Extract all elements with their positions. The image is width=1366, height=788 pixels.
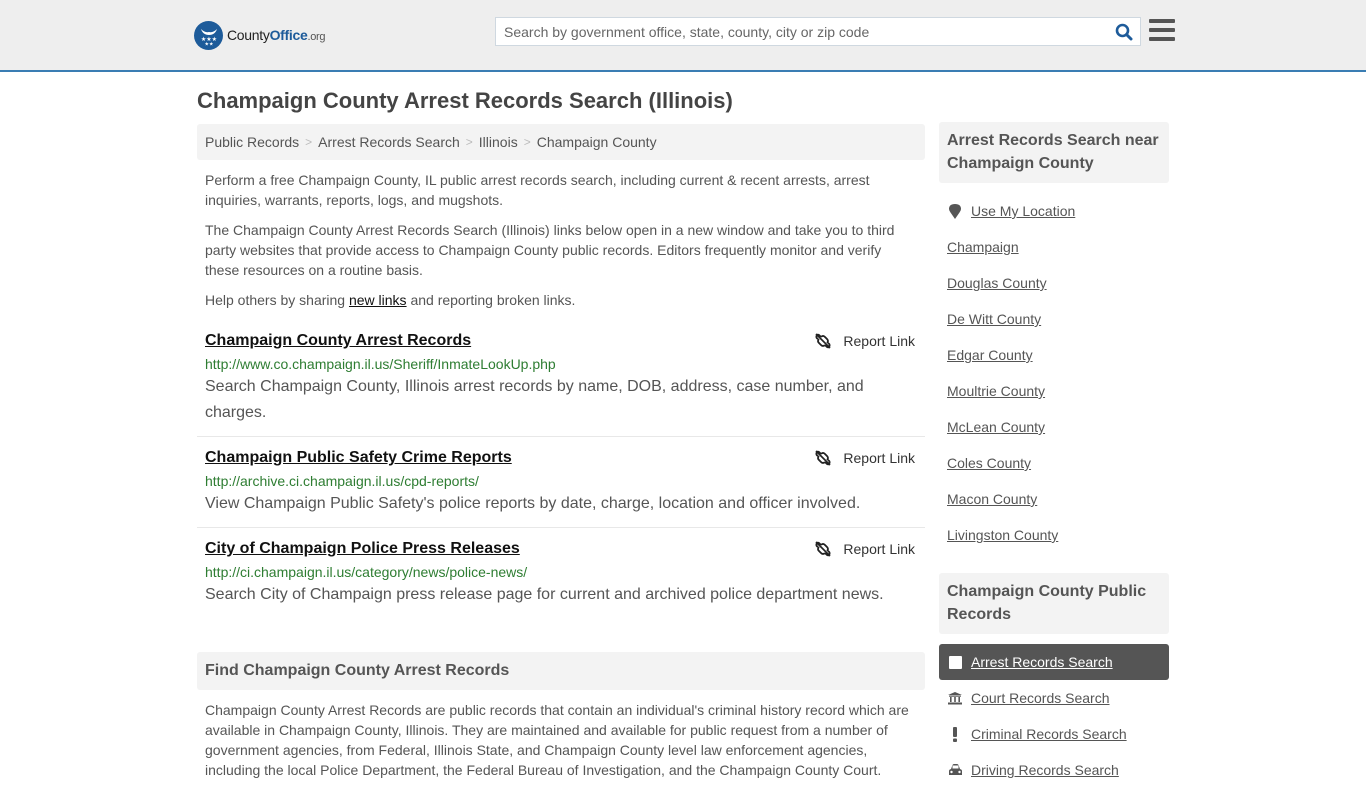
resource-link-description: Search Champaign County, Illinois arrest… xyxy=(205,378,864,421)
main-content: Public Records > Arrest Records Search >… xyxy=(197,124,925,780)
search-button[interactable] xyxy=(1108,18,1140,45)
broken-link-icon xyxy=(815,333,831,349)
breadcrumb: Public Records > Arrest Records Search >… xyxy=(197,124,925,160)
nearby-link-edgar-county[interactable]: Edgar County xyxy=(947,347,1033,363)
resource-link-description: Search City of Champaign press release p… xyxy=(205,586,884,603)
square-icon xyxy=(947,655,963,669)
breadcrumb-separator: > xyxy=(465,135,473,149)
site-logo[interactable]: ★★★ ★★ CountyOffice.org xyxy=(194,20,326,50)
public-records-item-court[interactable]: Court Records Search xyxy=(939,680,1169,716)
resource-link-item: Champaign Public Safety Crime Reports Re… xyxy=(197,447,925,528)
nearby-item: De Witt County xyxy=(939,301,1169,337)
svg-text:★★: ★★ xyxy=(204,42,213,47)
nearby-link-mclean-county[interactable]: McLean County xyxy=(947,419,1045,435)
report-link-button[interactable]: Report Link xyxy=(815,541,915,557)
nearby-heading: Arrest Records Search near Champaign Cou… xyxy=(939,122,1169,183)
car-icon xyxy=(947,763,963,777)
menu-bar xyxy=(1149,19,1175,23)
share-text: and reporting broken links. xyxy=(406,292,576,308)
driving-records-search-link[interactable]: Driving Records Search xyxy=(971,762,1119,778)
arrest-records-search-link[interactable]: Arrest Records Search xyxy=(971,654,1113,670)
resource-link-item: City of Champaign Police Press Releases … xyxy=(197,538,925,618)
logo-text: CountyOffice.org xyxy=(227,27,326,43)
find-records-body: Champaign County Arrest Records are publ… xyxy=(205,702,909,778)
public-records-block: Champaign County Public Records Arrest R… xyxy=(939,573,1169,788)
nearby-item: Coles County xyxy=(939,445,1169,481)
public-records-item-criminal[interactable]: Criminal Records Search xyxy=(939,716,1169,752)
report-link-label: Report Link xyxy=(843,541,915,557)
use-my-location-item: Use My Location xyxy=(939,193,1169,229)
resource-link-url: http://ci.champaign.il.us/category/news/… xyxy=(205,564,528,580)
share-links-paragraph: Help others by sharing new links and rep… xyxy=(205,290,917,310)
resource-links: Champaign County Arrest Records Report L… xyxy=(197,330,925,618)
resource-link-url: http://www.co.champaign.il.us/Sheriff/In… xyxy=(205,356,556,372)
breadcrumb-separator: > xyxy=(305,135,313,149)
breadcrumb-champaign-county[interactable]: Champaign County xyxy=(537,134,657,150)
share-text: Help others by sharing xyxy=(205,292,349,308)
court-records-search-link[interactable]: Court Records Search xyxy=(971,690,1110,706)
nearby-item: Livingston County xyxy=(939,517,1169,553)
nearby-link-macon-county[interactable]: Macon County xyxy=(947,491,1037,507)
find-records-heading: Find Champaign County Arrest Records xyxy=(197,652,925,690)
menu-bar xyxy=(1149,37,1175,41)
menu-bar xyxy=(1149,28,1175,32)
intro-text: Perform a free Champaign County, IL publ… xyxy=(197,170,925,310)
resource-link-url: http://archive.ci.champaign.il.us/cpd-re… xyxy=(205,473,479,489)
breadcrumb-public-records[interactable]: Public Records xyxy=(205,134,299,150)
resource-link-title[interactable]: Champaign Public Safety Crime Reports xyxy=(205,447,512,469)
criminal-records-search-link[interactable]: Criminal Records Search xyxy=(971,726,1127,742)
search-box xyxy=(495,17,1141,46)
nearby-link-moultrie-county[interactable]: Moultrie County xyxy=(947,383,1045,399)
report-link-label: Report Link xyxy=(843,450,915,466)
nearby-item: Douglas County xyxy=(939,265,1169,301)
site-header: ★★★ ★★ CountyOffice.org xyxy=(0,0,1366,72)
report-link-label: Report Link xyxy=(843,333,915,349)
search-icon xyxy=(1115,23,1133,40)
breadcrumb-arrest-records-search[interactable]: Arrest Records Search xyxy=(318,134,460,150)
nearby-link-douglas-county[interactable]: Douglas County xyxy=(947,275,1047,291)
nearby-item: McLean County xyxy=(939,409,1169,445)
use-my-location-link[interactable]: Use My Location xyxy=(971,203,1075,219)
resource-link-title[interactable]: Champaign County Arrest Records xyxy=(205,330,471,352)
nearby-item: Edgar County xyxy=(939,337,1169,373)
nearby-link-de-witt-county[interactable]: De Witt County xyxy=(947,311,1041,327)
search-input[interactable] xyxy=(496,18,1108,45)
public-records-item-driving[interactable]: Driving Records Search xyxy=(939,752,1169,788)
courthouse-icon xyxy=(947,691,963,705)
eagle-logo-icon: ★★★ ★★ xyxy=(194,20,223,50)
breadcrumb-illinois[interactable]: Illinois xyxy=(479,134,518,150)
nearby-item: Macon County xyxy=(939,481,1169,517)
public-records-list: Arrest Records Search Court Records Sear… xyxy=(939,634,1169,788)
resource-link-title[interactable]: City of Champaign Police Press Releases xyxy=(205,538,520,560)
nearby-item: Champaign xyxy=(939,229,1169,265)
public-records-item-arrest[interactable]: Arrest Records Search xyxy=(939,644,1169,680)
sidebar: Arrest Records Search near Champaign Cou… xyxy=(939,122,1169,788)
new-links-link[interactable]: new links xyxy=(349,292,407,308)
nearby-link-livingston-county[interactable]: Livingston County xyxy=(947,527,1058,543)
page-title: Champaign County Arrest Records Search (… xyxy=(197,88,733,113)
broken-link-icon xyxy=(815,450,831,466)
resource-link-item: Champaign County Arrest Records Report L… xyxy=(197,330,925,437)
nearby-link-coles-county[interactable]: Coles County xyxy=(947,455,1031,471)
report-link-button[interactable]: Report Link xyxy=(815,450,915,466)
map-marker-icon xyxy=(947,203,963,219)
breadcrumb-separator: > xyxy=(523,135,531,149)
nearby-list: Use My Location Champaign Douglas County… xyxy=(939,183,1169,553)
exclamation-icon xyxy=(947,726,963,742)
hamburger-menu-button[interactable] xyxy=(1149,18,1175,42)
intro-paragraph: Perform a free Champaign County, IL publ… xyxy=(205,172,870,208)
report-link-button[interactable]: Report Link xyxy=(815,333,915,349)
resource-link-description: View Champaign Public Safety's police re… xyxy=(205,495,861,512)
intro-paragraph: The Champaign County Arrest Records Sear… xyxy=(205,222,895,278)
public-records-heading: Champaign County Public Records xyxy=(939,573,1169,634)
broken-link-icon xyxy=(815,541,831,557)
nearby-link-champaign[interactable]: Champaign xyxy=(947,239,1019,255)
nearby-item: Moultrie County xyxy=(939,373,1169,409)
